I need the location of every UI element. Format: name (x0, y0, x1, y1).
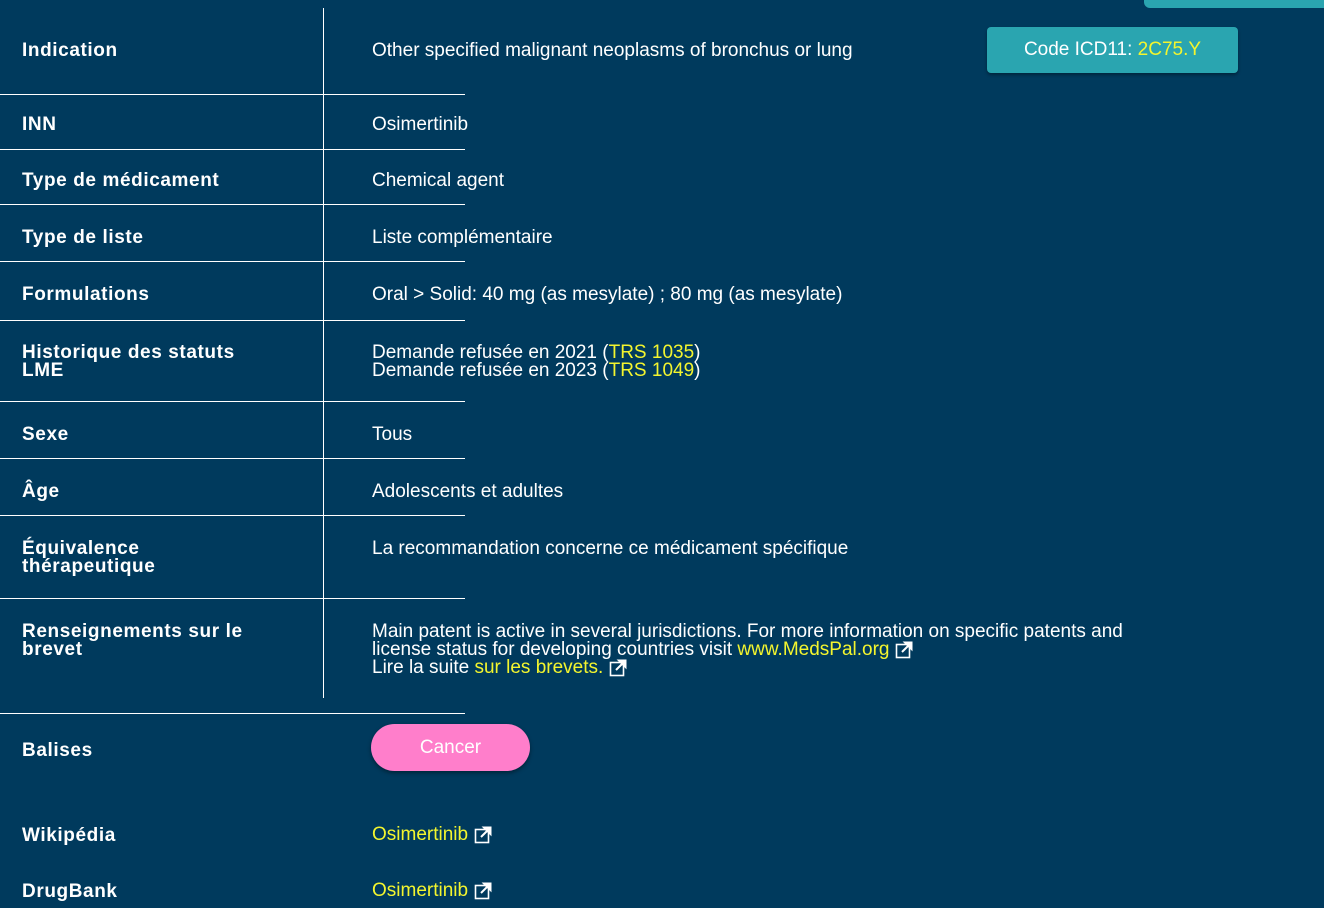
age-value: Adolescents et adultes (372, 481, 564, 502)
tags-label: Balises (22, 740, 93, 761)
inn-label: INN (22, 114, 57, 135)
eml-history-label: Historique des statuts LME (22, 343, 235, 381)
list-type-label: Type de liste (22, 227, 144, 248)
row-separator (0, 458, 465, 459)
patents-read-more-link[interactable]: sur les brevets. (474, 657, 603, 678)
formulations-label: Formulations (22, 284, 150, 305)
drug-type-label: Type de médicament (22, 170, 220, 191)
external-link-icon[interactable] (895, 641, 913, 659)
equivalence-label-line2: thérapeutique (22, 556, 156, 577)
drug-type-value: Chemical agent (372, 170, 505, 191)
tag-cancer-button[interactable]: Cancer (371, 724, 530, 771)
wikipedia-value: Osimertinib (372, 824, 492, 845)
icd-code-link[interactable]: 2C75.Y (1138, 39, 1201, 60)
formulations-value: Oral > Solid: 40 mg (as mesylate) ; 80 m… (372, 284, 843, 305)
list-type-value: Liste complémentaire (372, 227, 553, 248)
icd-code-prefix: Code ICD11: (1023, 39, 1138, 60)
eml-history-entry: Demande refusée en 2023 (TRS 1049) (372, 360, 701, 381)
patent-label: Renseignements sur le brevet (22, 622, 243, 660)
sex-value: Tous (372, 424, 413, 445)
row-separator (0, 320, 465, 321)
indication-value: Other specified malignant neoplasms of b… (372, 40, 853, 61)
eml-history-label-line2: LME (22, 360, 64, 381)
trs-1049-link[interactable]: TRS 1049 (609, 360, 695, 381)
equivalence-label: Équivalence thérapeutique (22, 539, 156, 577)
top-partial-button[interactable] (1144, 0, 1324, 8)
wikipedia-link[interactable]: Osimertinib (372, 824, 468, 845)
drugbank-value: Osimertinib (372, 880, 492, 901)
row-separator (0, 149, 465, 150)
eml-history-value: Demande refusée en 2021 (TRS 1035) Deman… (372, 343, 701, 381)
drugbank-link[interactable]: Osimertinib (372, 880, 468, 901)
row-separator (0, 261, 465, 262)
wikipedia-label: Wikipédia (22, 825, 116, 846)
row-separator (0, 94, 465, 95)
external-link-icon[interactable] (474, 826, 492, 844)
row-separator (0, 598, 465, 599)
drugbank-label: DrugBank (22, 881, 118, 902)
age-label: Âge (22, 481, 60, 502)
row-separator (0, 401, 465, 402)
inn-value: Osimertinib (372, 114, 469, 135)
external-link-icon[interactable] (609, 659, 627, 677)
medspal-link[interactable]: www.MedsPal.org (737, 639, 889, 660)
patent-value: Main patent is active in several jurisdi… (372, 622, 1123, 678)
external-link-icon[interactable] (474, 882, 492, 900)
row-separator (0, 713, 465, 714)
indication-label: Indication (22, 40, 118, 61)
icd-code-badge[interactable]: Code ICD11: 2C75.Y (987, 27, 1238, 73)
equivalence-value: La recommandation concerne ce médicament… (372, 538, 849, 559)
patent-line-3: Lire la suite sur les brevets. (372, 657, 1123, 678)
row-separator (0, 515, 465, 516)
patent-label-line2: brevet (22, 639, 83, 660)
row-separator (0, 204, 465, 205)
sex-label: Sexe (22, 424, 69, 445)
column-divider (323, 8, 324, 698)
